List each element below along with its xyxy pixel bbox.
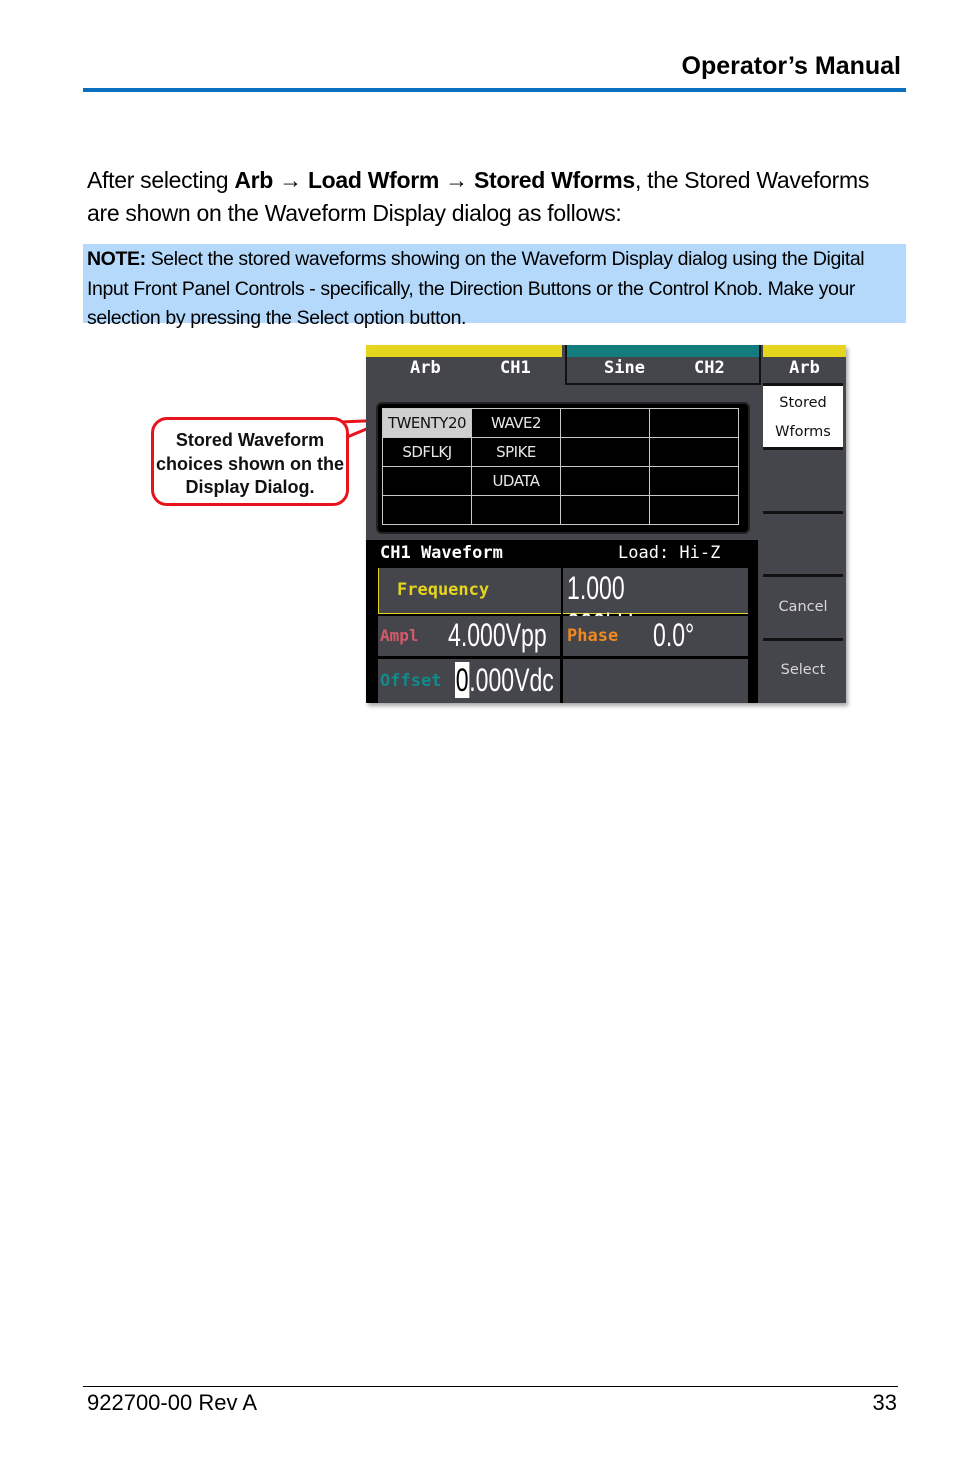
footer-doc-id: 922700-00 Rev A bbox=[87, 1390, 258, 1415]
phase-label: Phase bbox=[567, 626, 619, 646]
load-status: Load: Hi-Z bbox=[618, 543, 721, 563]
waveform-cell[interactable]: SPIKE bbox=[471, 437, 561, 467]
frequency-value-cell[interactable]: 1.000 000kHz bbox=[563, 568, 748, 643]
phase-value: 0.0° bbox=[653, 617, 695, 653]
phase-param[interactable]: Phase 0.0° bbox=[563, 616, 748, 656]
waveform-cell[interactable] bbox=[649, 437, 739, 467]
arrow-icon: → bbox=[273, 167, 308, 193]
tab-ch1-color-bar bbox=[366, 345, 562, 357]
info-title: CH1 Waveform bbox=[380, 543, 503, 563]
tab-ch1-mode: Arb bbox=[410, 358, 441, 378]
grid-row: TWENTY20 WAVE2 bbox=[382, 408, 739, 438]
note-text: Select the stored waveforms showing on t… bbox=[87, 248, 865, 329]
softkey-color-bar bbox=[763, 345, 846, 357]
intro-paragraph: After selecting Arb → Load Wform → Store… bbox=[87, 164, 907, 230]
softkey-stored-wforms[interactable]: Stored Wforms bbox=[763, 383, 843, 449]
frequency-param[interactable]: Frequency bbox=[378, 568, 561, 614]
frequency-label: Frequency bbox=[397, 580, 490, 600]
waveform-cell[interactable] bbox=[560, 408, 650, 438]
waveform-cell[interactable] bbox=[560, 495, 650, 525]
footer-page-number: 33 bbox=[872, 1390, 897, 1415]
offset-label: Offset bbox=[380, 671, 442, 691]
waveform-display-dialog: TWENTY20 WAVE2 SDFLKJ SPIKE UDATA bbox=[376, 402, 750, 534]
softkey-stored-line1: Stored bbox=[779, 395, 827, 411]
offset-value: 0.000Vdc bbox=[455, 662, 554, 699]
instrument-screen: Arb CH1 Sine CH2 TWENTY20 WAVE2 SDFLKJ S… bbox=[366, 345, 846, 703]
softkey-menu: Arb Stored Wforms Cancel Select bbox=[763, 345, 846, 703]
softkey-select[interactable]: Select bbox=[763, 638, 843, 703]
ampl-value: 4.000Vpp bbox=[448, 617, 547, 653]
tab-ch2-channel: CH2 bbox=[694, 358, 725, 378]
waveform-cell[interactable] bbox=[649, 495, 739, 525]
softkey-blank-2[interactable] bbox=[763, 511, 843, 577]
waveform-cell[interactable] bbox=[649, 466, 739, 496]
menu-path-arb: Arb bbox=[234, 167, 274, 193]
offset-param[interactable]: Offset 0.000Vdc bbox=[378, 659, 560, 703]
tab-ch1[interactable]: Arb CH1 bbox=[366, 345, 562, 385]
waveform-cell[interactable] bbox=[649, 408, 739, 438]
tab-ch1-channel: CH1 bbox=[500, 358, 531, 378]
waveform-cell[interactable] bbox=[382, 466, 472, 496]
waveform-cell-selected[interactable]: TWENTY20 bbox=[382, 408, 472, 438]
ampl-label: Ampl bbox=[380, 626, 419, 645]
note-label: NOTE: bbox=[87, 248, 146, 270]
softkey-blank-1[interactable] bbox=[763, 447, 843, 513]
tab-ch2-color-bar bbox=[567, 345, 759, 357]
grid-row bbox=[382, 495, 739, 525]
softkey-cancel[interactable]: Cancel bbox=[763, 574, 843, 640]
menu-path-stored-wforms: Stored Wforms bbox=[473, 167, 635, 193]
waveform-cell[interactable] bbox=[560, 466, 650, 496]
intro-prefix: After selecting bbox=[87, 167, 235, 193]
menu-path-load-wform: Load Wform bbox=[307, 167, 440, 193]
stored-waveform-grid: TWENTY20 WAVE2 SDFLKJ SPIKE UDATA bbox=[382, 408, 739, 525]
note-box: NOTE: Select the stored waveforms showin… bbox=[83, 244, 906, 329]
waveform-cell[interactable]: WAVE2 bbox=[471, 408, 561, 438]
ampl-param[interactable]: Ampl 4.000Vpp bbox=[378, 616, 560, 656]
footer-rule bbox=[83, 1386, 898, 1387]
waveform-cell[interactable] bbox=[560, 437, 650, 467]
grid-row: SDFLKJ SPIKE bbox=[382, 437, 739, 467]
tab-ch2[interactable]: Sine CH2 bbox=[565, 345, 761, 385]
tab-ch2-mode: Sine bbox=[604, 358, 645, 378]
waveform-cell[interactable]: UDATA bbox=[471, 466, 561, 496]
arrow-icon: → bbox=[439, 167, 474, 193]
edit-cursor: 0 bbox=[455, 662, 470, 698]
empty-param-cell bbox=[563, 659, 748, 703]
waveform-cell[interactable] bbox=[382, 495, 472, 525]
softkey-stored-line2: Wforms bbox=[775, 424, 831, 440]
waveform-cell[interactable]: SDFLKJ bbox=[382, 437, 472, 467]
waveform-cell[interactable] bbox=[471, 495, 561, 525]
softkey-menu-title: Arb bbox=[789, 358, 820, 378]
header-title: Operator’s Manual bbox=[681, 52, 902, 80]
callout-bubble: Stored Waveform choices shown on the Dis… bbox=[151, 417, 349, 506]
header-rule bbox=[83, 88, 906, 92]
grid-row: UDATA bbox=[382, 466, 739, 496]
offset-value-rest: .000Vdc bbox=[469, 662, 554, 698]
